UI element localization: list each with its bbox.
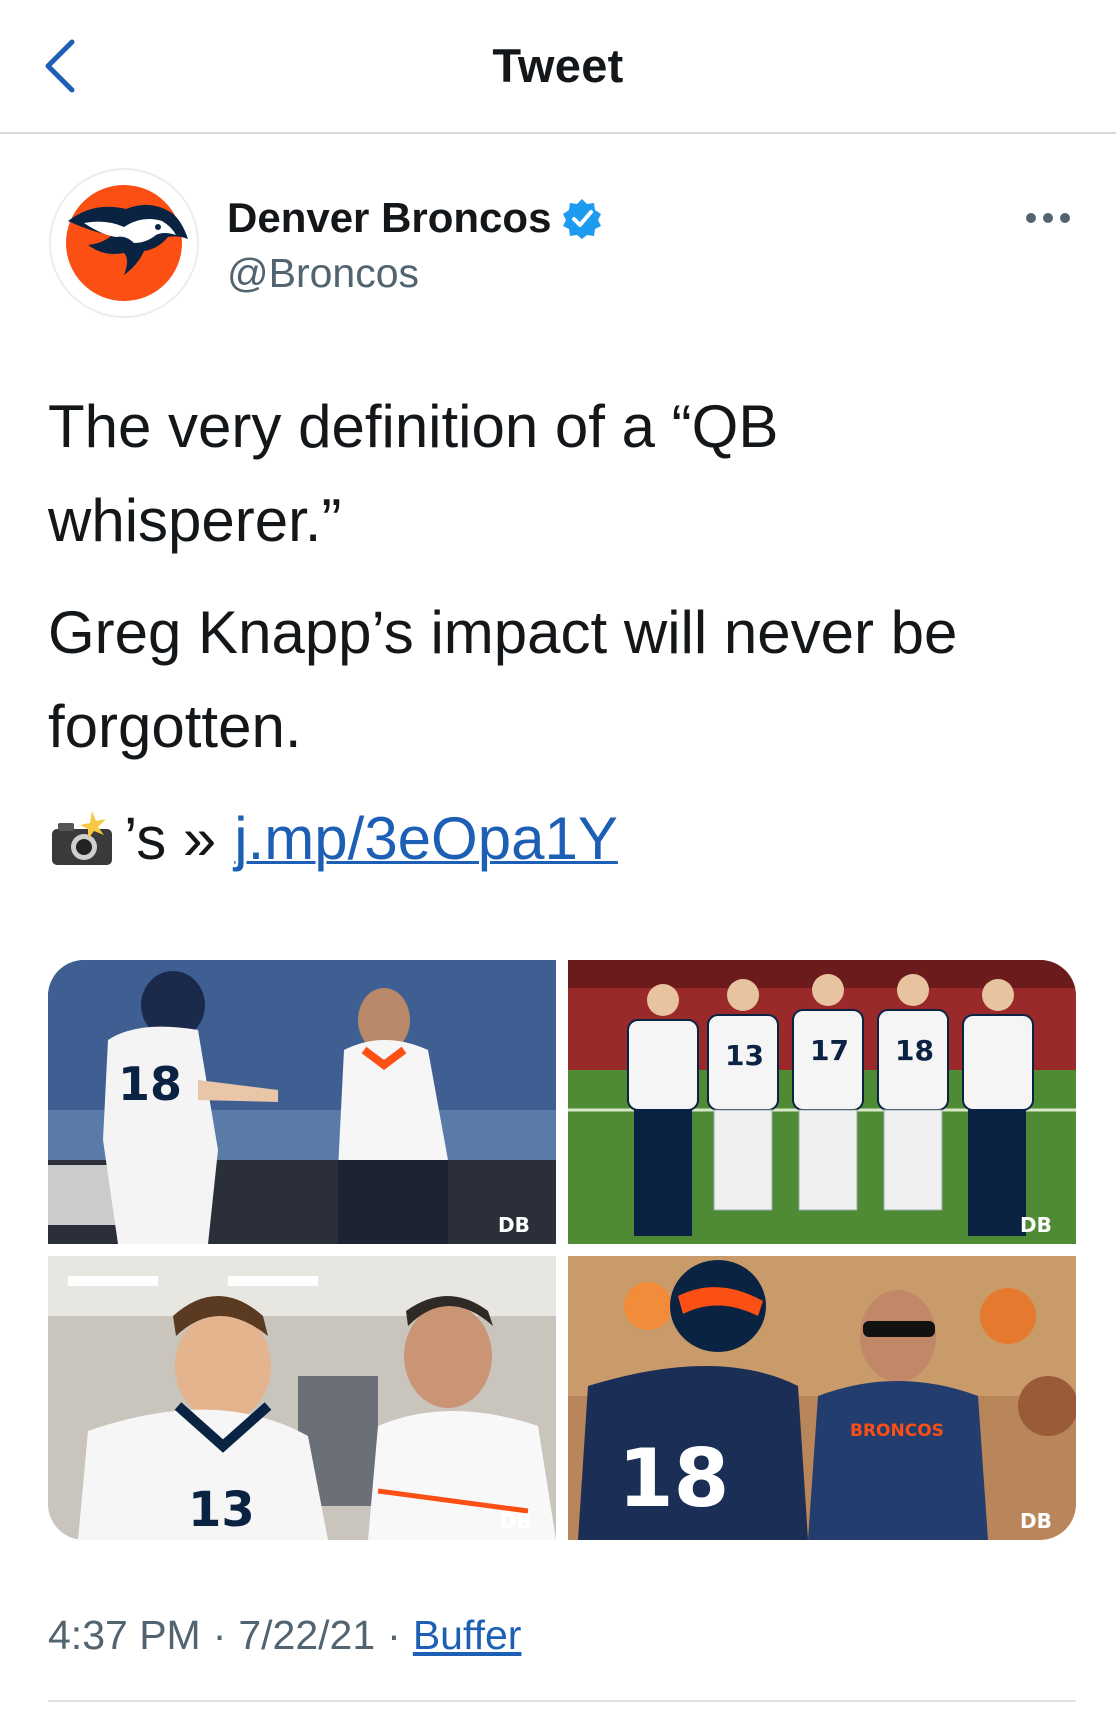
page-title: Tweet [492,39,624,92]
media-grid: 18 DB 13 17 18 DB 13 DB 18 BRONCOS DB [48,960,1076,1540]
tweet-time: 4:37 PM [48,1612,201,1658]
meta-separator: · [387,1612,401,1658]
photo-3-jersey-number: 13 [188,1482,255,1538]
more-dots-icon [1026,213,1070,223]
photo-3[interactable]: 13 DB [48,1256,556,1540]
photo-1[interactable]: 18 DB [48,960,556,1244]
tweet-source-link[interactable]: Buffer [413,1612,522,1659]
display-name[interactable]: Denver Broncos [227,194,551,242]
photo-1-watermark: DB [498,1213,530,1237]
tweet-text: The very definition of a “QB whisperer.”… [48,380,1068,886]
more-options-button[interactable] [1020,196,1076,240]
photo-2-image: 13 17 18 DB [568,960,1076,1244]
photo-4-image: 18 BRONCOS DB [568,1256,1076,1540]
tweet-meta: 4:37 PM · 7/22/21 · Buffer [48,1612,521,1659]
photo-1-image: 18 DB [48,960,556,1244]
photo-4-shirt-text: BRONCOS [850,1421,944,1441]
photo-2-watermark: DB [1020,1213,1052,1237]
author-name-row: Denver Broncos [227,194,603,242]
photo-4-jersey-number: 18 [618,1432,729,1525]
photo-1-jersey-number: 18 [118,1057,182,1111]
avatar[interactable] [49,168,199,318]
meta-separator: · [212,1612,227,1658]
photo-2[interactable]: 13 17 18 DB [568,960,1076,1244]
broncos-logo-icon [66,185,188,301]
photo-link-line: ’s » j.mp/3eOpa1Y [48,792,1068,886]
verified-badge-icon [563,199,602,239]
photo-2-jersey-17: 17 [810,1034,849,1067]
tweet-date: 7/22/21 [238,1612,376,1658]
tweet-line: Greg Knapp’s impact will never be [48,599,958,666]
photo-4[interactable]: 18 BRONCOS DB [568,1256,1076,1540]
camera-flash-icon [52,811,112,865]
photo-2-jersey-18: 18 [895,1034,934,1067]
tweet-line: whisperer.” [48,487,342,554]
tweet-link[interactable]: j.mp/3eOpa1Y [234,792,618,886]
tweet-line: forgotten. [48,693,302,760]
photo-3-image: 13 DB [48,1256,556,1540]
tweet-line: The very definition of a “QB [48,393,779,460]
photo-3-watermark: DB [500,1509,532,1533]
divider [48,1700,1076,1702]
top-nav-bar: Tweet [0,0,1116,134]
link-prefix: ’s » [124,805,217,872]
photo-4-watermark: DB [1020,1509,1052,1533]
photo-2-jersey-13: 13 [725,1039,764,1072]
account-handle[interactable]: @Broncos [227,250,419,297]
